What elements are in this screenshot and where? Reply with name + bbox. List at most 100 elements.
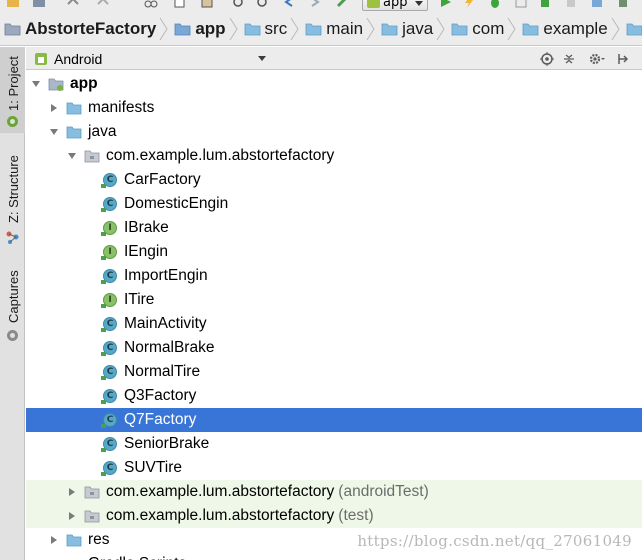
breadcrumb-item-example[interactable]: example	[518, 12, 609, 45]
find-icon[interactable]	[232, 0, 246, 8]
tree-item-q7factory[interactable]: C Q7Factory	[26, 408, 642, 432]
run-coverage-icon[interactable]	[514, 0, 528, 8]
chevron-right-icon[interactable]	[66, 510, 78, 522]
tree-item-label: SUVTire	[124, 459, 182, 476]
tree-item-domesticengin[interactable]: C DomesticEngin	[26, 192, 642, 216]
expand-toggle[interactable]	[66, 510, 78, 522]
tree-icon	[66, 100, 82, 116]
tree-item-q3factory[interactable]: C Q3Factory	[26, 384, 642, 408]
tree-node-java[interactable]: java	[26, 120, 642, 144]
expand-toggle[interactable]	[66, 150, 78, 162]
breadcrumb-separator	[289, 12, 301, 45]
tree-node-com-example-lum-abstortefactory[interactable]: com.example.lum.abstortefactory (test)	[26, 504, 642, 528]
access-icon	[101, 376, 106, 380]
tree-item-ibrake[interactable]: I IBrake	[26, 216, 642, 240]
save-icon[interactable]	[32, 0, 46, 8]
gradle-icon	[66, 556, 82, 560]
tree-item-normaltire[interactable]: C NormalTire	[26, 360, 642, 384]
tree-item-iengin[interactable]: I IEngin	[26, 240, 642, 264]
paste-icon[interactable]	[200, 0, 214, 8]
breadcrumb-label: app	[195, 18, 226, 38]
chevron-down-icon[interactable]	[48, 126, 60, 138]
replace-icon[interactable]	[256, 0, 270, 8]
tree-icon: C	[101, 196, 118, 212]
open-folder-icon[interactable]	[6, 0, 20, 8]
tree-icon	[66, 532, 82, 548]
run-icon[interactable]	[438, 0, 452, 8]
tree-item-importengin[interactable]: C ImportEngin	[26, 264, 642, 288]
access-icon	[101, 328, 106, 332]
pin-icon[interactable]	[614, 50, 632, 67]
chevron-down-icon[interactable]	[66, 150, 78, 162]
expand-toggle[interactable]	[66, 486, 78, 498]
chevron-right-icon[interactable]	[66, 486, 78, 498]
undo-icon[interactable]	[66, 0, 80, 8]
breadcrumb-item-app[interactable]: app	[170, 12, 227, 45]
breadcrumb-separator	[506, 12, 518, 45]
breadcrumb-item-main[interactable]: main	[301, 12, 365, 45]
tree-item-label: com.example.lum.abstortefactory	[106, 483, 335, 500]
tree-icon: I	[101, 292, 118, 308]
breadcrumb-item-lum[interactable]: lum	[622, 12, 642, 45]
tree-node-com-example-lum-abstortefactory[interactable]: com.example.lum.abstortefactory (androidT…	[26, 480, 642, 504]
tree-node-gradle-scripts[interactable]: Gradle Scripts	[26, 552, 642, 560]
debug-icon[interactable]	[488, 0, 502, 8]
chevron-down-icon[interactable]	[30, 78, 42, 90]
tree-icon	[84, 508, 100, 524]
back-icon[interactable]	[282, 0, 296, 8]
tree-node-com-example-lum-abstortefactory[interactable]: com.example.lum.abstortefactory	[26, 144, 642, 168]
expand-toggle[interactable]	[30, 78, 42, 90]
tab-structure[interactable]: Z: Structure	[0, 143, 25, 244]
expand-toggle[interactable]	[48, 534, 60, 546]
tree-icon: C	[101, 268, 118, 284]
chevron-right-icon[interactable]	[48, 534, 60, 546]
project-view-selector[interactable]: Android	[34, 49, 266, 68]
folder-icon	[4, 23, 21, 35]
copy-icon[interactable]	[172, 0, 186, 8]
chevron-right-icon[interactable]	[48, 102, 60, 114]
class-icon: C	[101, 197, 117, 212]
expand-toggle[interactable]	[48, 102, 60, 114]
tab-captures[interactable]: Captures	[0, 257, 25, 343]
make-project-icon[interactable]	[336, 0, 350, 8]
folder-icon	[381, 23, 398, 35]
tree-item-carfactory[interactable]: C CarFactory	[26, 168, 642, 192]
breadcrumb-item-abstortefactory[interactable]: AbstorteFactory	[0, 12, 158, 45]
tree-item-itire[interactable]: I ITire	[26, 288, 642, 312]
redo-icon[interactable]	[96, 0, 110, 8]
expand-toggle[interactable]	[48, 126, 60, 138]
breadcrumb-label: java	[402, 18, 434, 38]
stop-icon[interactable]	[564, 0, 578, 8]
avd-manager-icon[interactable]	[616, 0, 630, 8]
tree-item-suffix: (androidTest)	[338, 483, 429, 500]
folder-icon	[174, 23, 191, 35]
run-configuration-selector[interactable]: app	[362, 0, 428, 11]
forward-icon[interactable]	[308, 0, 322, 8]
class-icon: C	[101, 413, 117, 428]
folder-icon	[451, 23, 468, 35]
tree-item-normalbrake[interactable]: C NormalBrake	[26, 336, 642, 360]
attach-debugger-icon[interactable]	[538, 0, 552, 8]
class-icon: C	[101, 461, 117, 476]
cut-icon[interactable]	[144, 0, 158, 8]
structure-icon	[6, 229, 19, 244]
breadcrumb-item-com[interactable]: com	[447, 12, 506, 45]
tab-project[interactable]: 1: Project	[0, 47, 25, 133]
class-icon: C	[101, 173, 117, 188]
tree-item-seniorbrake[interactable]: C SeniorBrake	[26, 432, 642, 456]
tree-item-suvtire[interactable]: C SUVTire	[26, 456, 642, 480]
collapse-icon[interactable]	[560, 50, 578, 67]
package-icon	[84, 486, 100, 499]
tree-item-mainactivity[interactable]: C MainActivity	[26, 312, 642, 336]
breadcrumb-item-java[interactable]: java	[377, 12, 435, 45]
tree-node-app[interactable]: app	[26, 72, 642, 96]
android-project-icon	[6, 113, 19, 127]
tree-node-manifests[interactable]: manifests	[26, 96, 642, 120]
target-icon[interactable]	[538, 50, 556, 67]
apply-changes-icon[interactable]	[462, 0, 476, 8]
gear-icon[interactable]	[588, 50, 606, 67]
access-icon	[101, 208, 106, 212]
breadcrumb-item-src[interactable]: src	[240, 12, 290, 45]
tree-icon: C	[101, 412, 118, 428]
sync-icon[interactable]	[590, 0, 604, 8]
